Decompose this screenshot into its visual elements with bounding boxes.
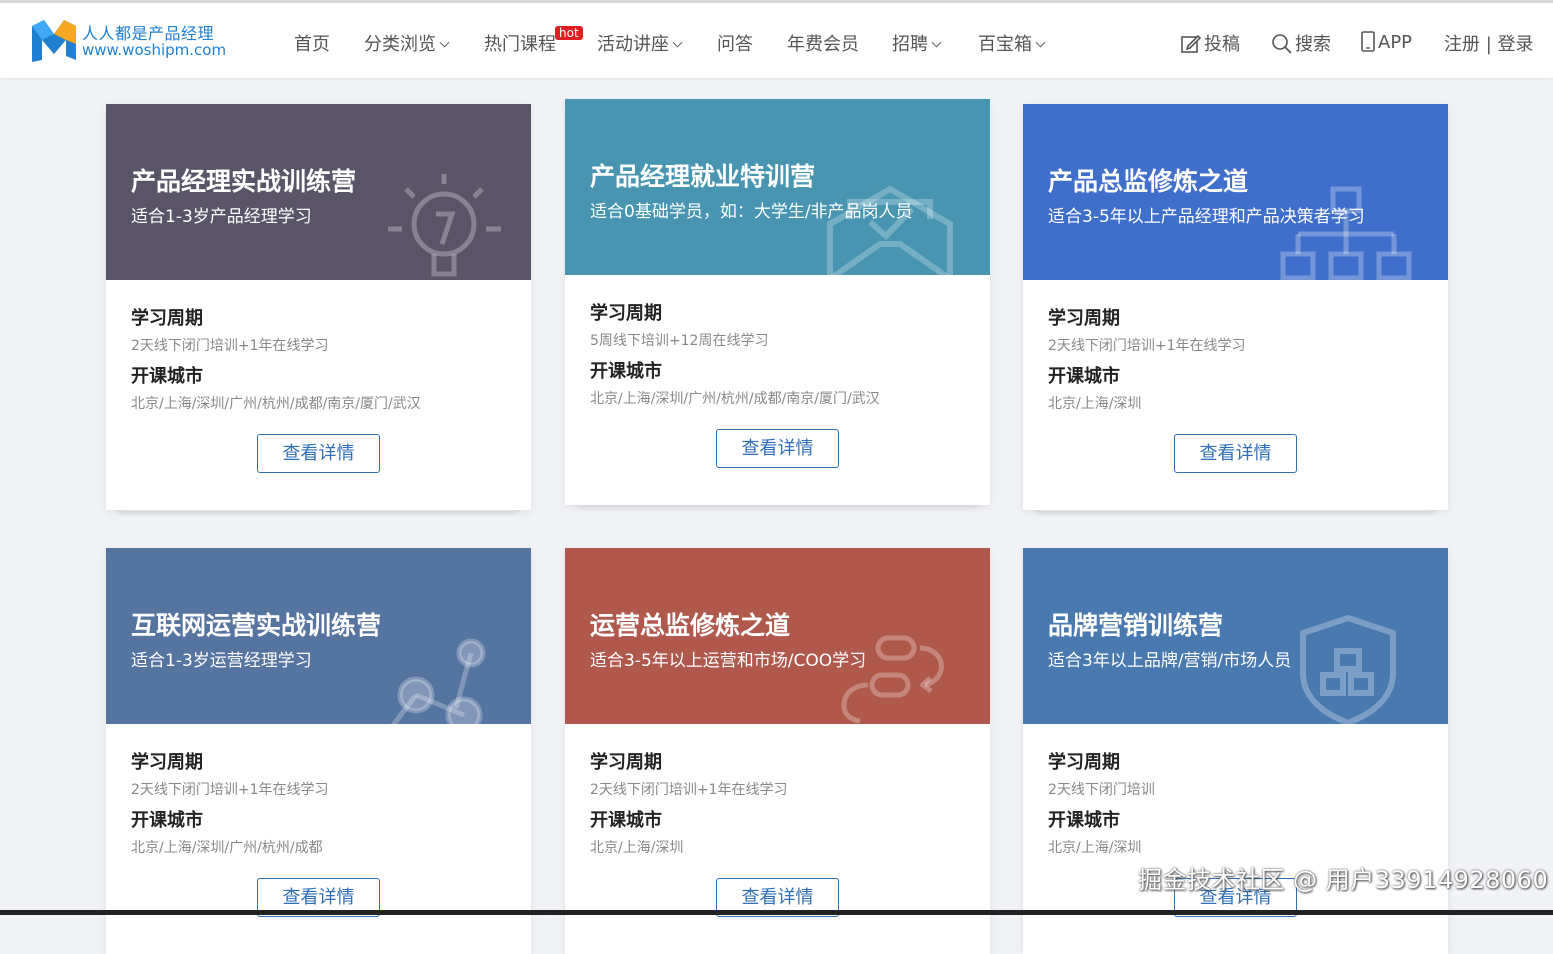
city-value: 北京/上海/深圳 xyxy=(1048,396,1142,412)
city-label: 开课城市 xyxy=(1048,366,1120,387)
card-body: 学习周期 2天线下闭门培训+1年在线学习 开课城市 北京/上海/深圳/广州/杭州… xyxy=(106,724,531,954)
card-subtitle: 适合0基础学员，如：大学生/非产品岗人员 xyxy=(590,202,913,222)
chevron-down-icon xyxy=(1035,37,1046,48)
card-subtitle: 适合3-5年以上产品经理和产品决策者学习 xyxy=(1048,207,1365,227)
nav-label: 招聘 xyxy=(892,34,928,55)
card-banner: 产品经理就业特训营 适合0基础学员，如：大学生/非产品岗人员 xyxy=(565,99,990,275)
card-body: 学习周期 2天线下闭门培训 开课城市 北京/上海/深圳 查看详情 xyxy=(1023,724,1448,954)
card-title: 产品经理实战训练营 xyxy=(131,167,357,196)
chevron-down-icon xyxy=(672,37,683,48)
nav-categories[interactable]: 分类浏览 xyxy=(364,30,450,56)
nav-hot-courses[interactable]: 热门课程 hot xyxy=(484,26,583,56)
card-subtitle: 适合3-5年以上运营和市场/COO学习 xyxy=(590,651,867,671)
post-link[interactable]: 投稿 xyxy=(1180,30,1240,56)
city-value: 北京/上海/深圳/广州/杭州/成都/南京/厦门/武汉 xyxy=(590,391,880,407)
course-card[interactable]: 运营总监修炼之道 适合3-5年以上运营和市场/COO学习 学习周期 2天线下闭门… xyxy=(565,548,990,954)
nav-toolbox[interactable]: 百宝箱 xyxy=(978,30,1046,56)
period-value: 2天线下闭门培训+1年在线学习 xyxy=(131,782,329,798)
chevron-down-icon xyxy=(931,37,942,48)
bottom-edge xyxy=(0,910,1553,915)
period-value: 2天线下闭门培训+1年在线学习 xyxy=(590,782,788,798)
nav-label: 活动讲座 xyxy=(597,34,669,55)
auth-link[interactable]: 注册 | 登录 xyxy=(1444,30,1534,56)
card-banner: 互联网运营实战训练营 适合1-3岁运营经理学习 xyxy=(106,548,531,724)
nav-label: 年费会员 xyxy=(787,34,859,55)
card-banner: 产品经理实战训练营 适合1-3岁产品经理学习 xyxy=(106,104,531,280)
nav-label: 百宝箱 xyxy=(978,34,1032,55)
nav-label: 分类浏览 xyxy=(364,34,436,55)
card-title: 运营总监修炼之道 xyxy=(590,611,791,640)
course-card[interactable]: 产品总监修炼之道 适合3-5年以上产品经理和产品决策者学习 学习周期 2天线下闭… xyxy=(1023,104,1448,510)
card-body: 学习周期 2天线下闭门培训+1年在线学习 开课城市 北京/上海/深圳 查看详情 xyxy=(1023,280,1448,510)
course-card[interactable]: 产品经理实战训练营 适合1-3岁产品经理学习 学习周期 2天线下闭门培训+1年在… xyxy=(106,104,531,510)
card-title: 产品经理就业特训营 xyxy=(590,162,816,191)
period-label: 学习周期 xyxy=(131,752,203,773)
chevron-down-icon xyxy=(439,37,450,48)
lightbulb-icon xyxy=(388,174,501,277)
period-label: 学习周期 xyxy=(590,752,662,773)
org-chart-icon xyxy=(1280,186,1412,280)
card-subtitle: 适合1-3岁产品经理学习 xyxy=(131,207,312,227)
card-banner: 品牌营销训练营 适合3年以上品牌/营销/市场人员 xyxy=(1023,548,1448,724)
period-label: 学习周期 xyxy=(590,303,662,324)
city-value: 北京/上海/深圳/广州/杭州/成都 xyxy=(131,840,323,856)
search-label: 搜索 xyxy=(1295,34,1331,55)
shield-grid-icon xyxy=(1300,614,1396,724)
edit-icon xyxy=(1181,34,1202,53)
nav-jobs[interactable]: 招聘 xyxy=(892,30,942,56)
period-label: 学习周期 xyxy=(1048,752,1120,773)
card-title: 产品总监修炼之道 xyxy=(1048,167,1249,196)
nav-membership[interactable]: 年费会员 xyxy=(787,30,859,56)
card-title: 互联网运营实战训练营 xyxy=(131,611,382,640)
city-value: 北京/上海/深圳 xyxy=(1048,840,1142,856)
card-subtitle: 适合3年以上品牌/营销/市场人员 xyxy=(1048,651,1292,671)
city-label: 开课城市 xyxy=(590,810,662,831)
nav-home[interactable]: 首页 xyxy=(294,30,330,56)
card-banner: 产品总监修炼之道 适合3-5年以上产品经理和产品决策者学习 xyxy=(1023,104,1448,280)
card-subtitle: 适合1-3岁运营经理学习 xyxy=(131,651,312,671)
hot-badge: hot xyxy=(555,26,583,40)
city-label: 开课城市 xyxy=(1048,810,1120,831)
card-body: 学习周期 5周线下培训+12周在线学习 开课城市 北京/上海/深圳/广州/杭州/… xyxy=(565,275,990,505)
course-card[interactable]: 产品经理就业特训营 适合0基础学员，如：大学生/非产品岗人员 学习周期 5周线下… xyxy=(565,99,990,505)
card-title: 品牌营销训练营 xyxy=(1048,611,1224,640)
app-link[interactable]: APP xyxy=(1360,30,1412,53)
city-label: 开课城市 xyxy=(131,810,203,831)
nav-label: 热门课程 xyxy=(484,34,556,55)
period-label: 学习周期 xyxy=(131,308,203,329)
card-banner: 运营总监修炼之道 适合3-5年以上运营和市场/COO学习 xyxy=(565,548,990,724)
site-header: 人人都是产品经理 www.woshipm.com 首页 分类浏览 热门课程 hot… xyxy=(0,3,1553,78)
details-button[interactable]: 查看详情 xyxy=(716,429,839,468)
period-label: 学习周期 xyxy=(1048,308,1120,329)
molecule-icon xyxy=(390,638,486,724)
city-label: 开课城市 xyxy=(131,366,203,387)
course-card[interactable]: 互联网运营实战训练营 适合1-3岁运营经理学习 学习周期 2天线下闭门培训+1年… xyxy=(106,548,531,954)
period-value: 2天线下闭门培训+1年在线学习 xyxy=(1048,338,1246,354)
period-value: 5周线下培训+12周在线学习 xyxy=(590,333,769,349)
search-icon xyxy=(1272,34,1292,54)
city-value: 北京/上海/深圳 xyxy=(590,840,684,856)
watermark: 掘金技术社区 @ 用户3391492806​0 xyxy=(1138,866,1549,894)
post-label: 投稿 xyxy=(1204,34,1240,55)
details-button[interactable]: 查看详情 xyxy=(1174,434,1297,473)
nav-events[interactable]: 活动讲座 xyxy=(597,30,683,56)
phone-icon xyxy=(1361,31,1375,52)
nav-label: 首页 xyxy=(294,34,330,55)
app-label: APP xyxy=(1378,32,1413,53)
period-value: 2天线下闭门培训 xyxy=(1048,782,1155,798)
search-link[interactable]: 搜索 xyxy=(1271,30,1331,56)
logo-url: www.woshipm.com xyxy=(82,41,227,59)
card-body: 学习周期 2天线下闭门培训+1年在线学习 开课城市 北京/上海/深圳 查看详情 xyxy=(565,724,990,954)
details-button[interactable]: 查看详情 xyxy=(257,434,380,473)
site-logo[interactable]: 人人都是产品经理 www.woshipm.com xyxy=(30,16,230,66)
period-value: 2天线下闭门培训+1年在线学习 xyxy=(131,338,329,354)
card-body: 学习周期 2天线下闭门培训+1年在线学习 开课城市 北京/上海/深圳/广州/杭州… xyxy=(106,280,531,510)
city-label: 开课城市 xyxy=(590,361,662,382)
nav-qa[interactable]: 问答 xyxy=(717,30,753,56)
logo-mark-icon xyxy=(32,20,76,62)
city-value: 北京/上海/深圳/广州/杭州/成都/南京/厦门/武汉 xyxy=(131,396,421,412)
nav-label: 问答 xyxy=(717,34,753,55)
